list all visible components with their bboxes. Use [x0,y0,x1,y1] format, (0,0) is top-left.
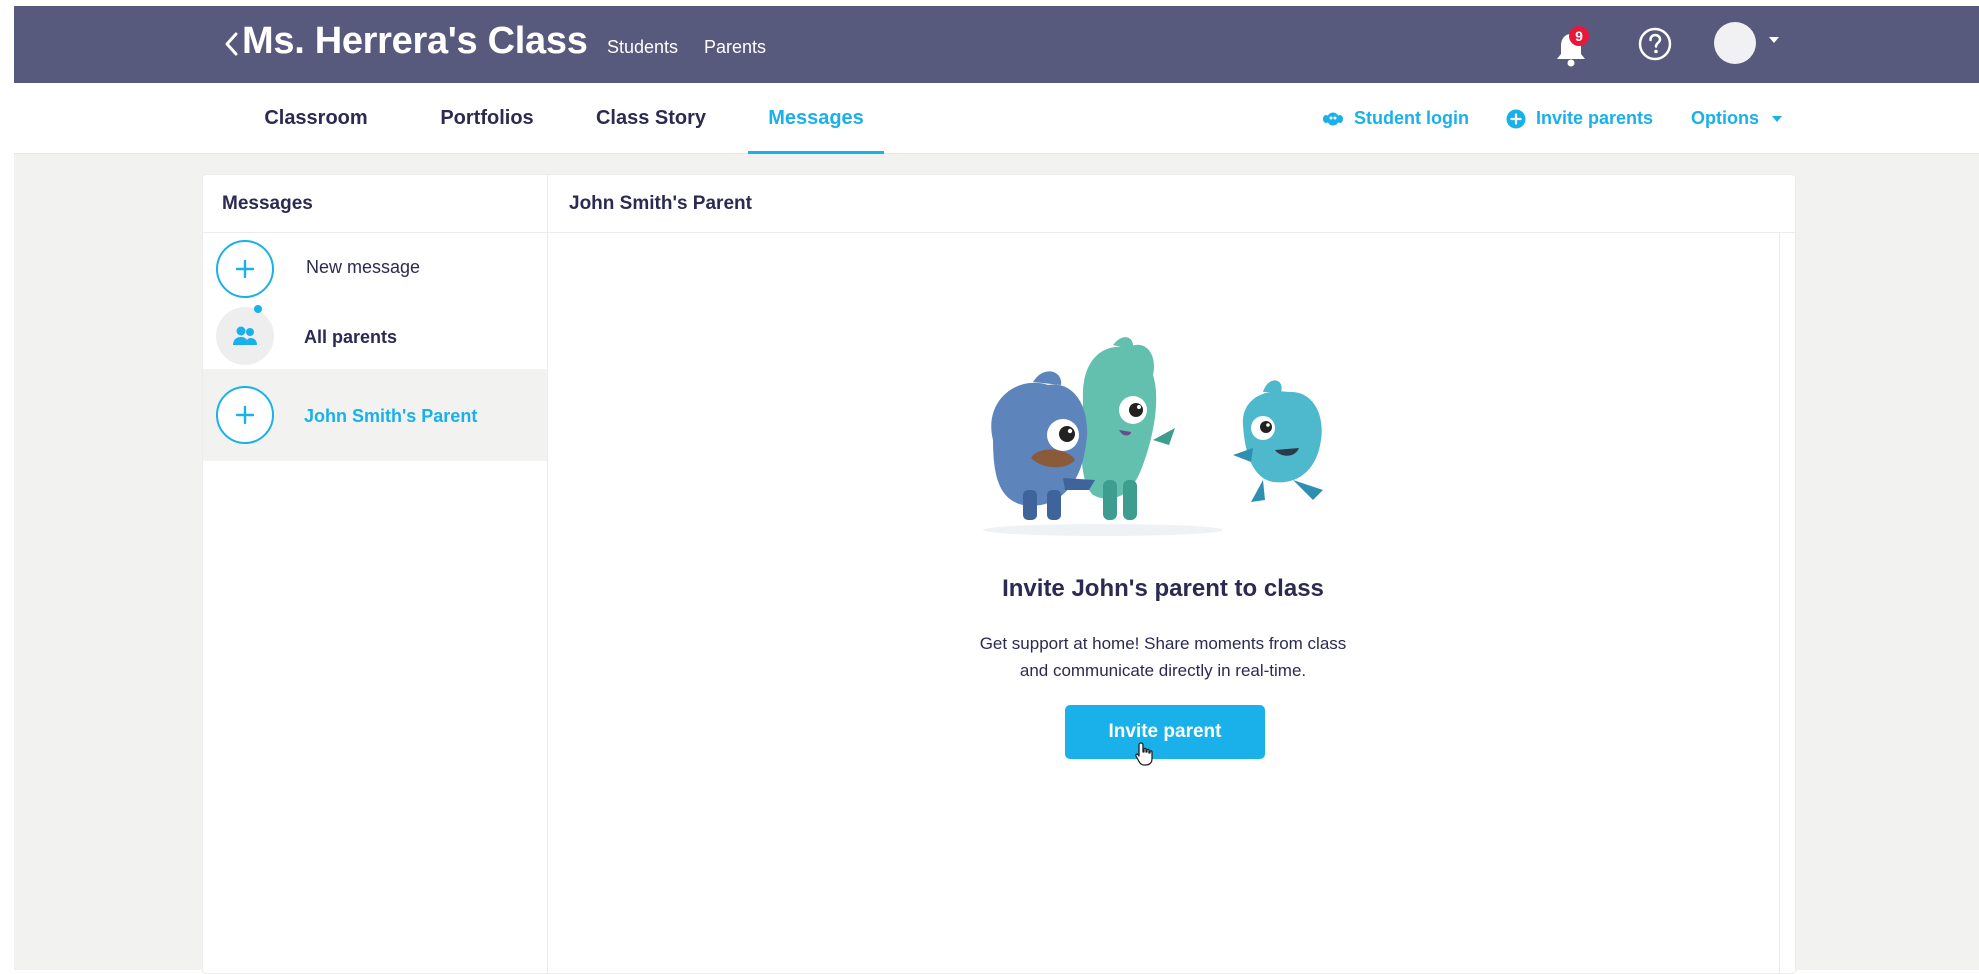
new-message-button[interactable] [216,240,274,298]
messages-card: Messages New message All parents John Sm… [202,174,1796,974]
tab-classroom[interactable]: Classroom [248,83,384,154]
options-label: Options [1691,108,1759,128]
plus-icon [235,259,255,279]
plus-icon [235,405,255,425]
plus-circle-icon [1506,109,1526,129]
avatar [1714,22,1756,64]
options-dropdown[interactable]: Options [1691,83,1783,154]
john-smiths-parent-label: John Smith's Parent [304,406,478,426]
all-parents-item[interactable]: All parents [203,303,547,369]
class-title: Ms. Herrera's Class [242,20,588,62]
conversation-title: John Smith's Parent [548,175,1795,233]
notification-count-badge: 9 [1569,26,1589,46]
tab-class-story[interactable]: Class Story [578,83,724,154]
student-login-icon [1322,111,1344,127]
tab-messages-label: Messages [768,107,864,129]
top-bar: Ms. Herrera's Class Students Parents 9 [14,6,1979,83]
nav-bar: Classroom Portfolios Class Story Message… [14,83,1979,154]
all-parents-label: All parents [304,327,398,347]
new-message-label: New message [306,257,421,277]
empty-state-title: Invite John's parent to class [1002,575,1324,602]
account-menu[interactable] [1714,22,1794,66]
tab-portfolios[interactable]: Portfolios [419,83,555,154]
help-icon [1638,27,1672,61]
invite-parents-button[interactable]: Invite parents [1506,83,1653,154]
parents-link[interactable]: Parents [704,37,766,58]
invite-parent-button[interactable]: Invite parent [1065,705,1265,759]
student-login-label: Student login [1354,108,1469,128]
notifications-button[interactable]: 9 [1554,26,1598,67]
group-avatar [216,305,274,365]
monsters-illustration [983,337,1323,536]
new-message-item[interactable]: New message [203,233,547,303]
conversation-panel: John Smith's Parent Invite John's parent… [548,175,1795,973]
empty-state-line-1: Get support at home! Share moments from … [979,634,1347,653]
students-link[interactable]: Students [607,37,678,58]
caret-down-icon [1769,37,1779,43]
contact-avatar [216,386,274,444]
messages-panel-title: Messages [203,175,547,233]
active-tab-underline [748,151,884,154]
conversation-list-panel: Messages New message All parents John Sm… [203,175,548,973]
unread-dot [254,305,262,313]
john-smiths-parent-item[interactable]: John Smith's Parent [203,369,547,461]
tab-messages[interactable]: Messages [748,83,884,154]
invite-parents-label: Invite parents [1536,108,1654,128]
app-frame: Ms. Herrera's Class Students Parents 9 C… [14,6,1979,974]
scrollbar[interactable] [1779,233,1795,973]
caret-down-icon [1771,115,1783,123]
empty-state-line-2: and communicate directly in real-time. [1019,661,1307,680]
empty-state-description: Get support at home! Share moments from … [888,630,1438,684]
student-login-button[interactable]: Student login [1322,83,1469,154]
group-icon [233,326,257,345]
help-button[interactable] [1635,24,1675,64]
